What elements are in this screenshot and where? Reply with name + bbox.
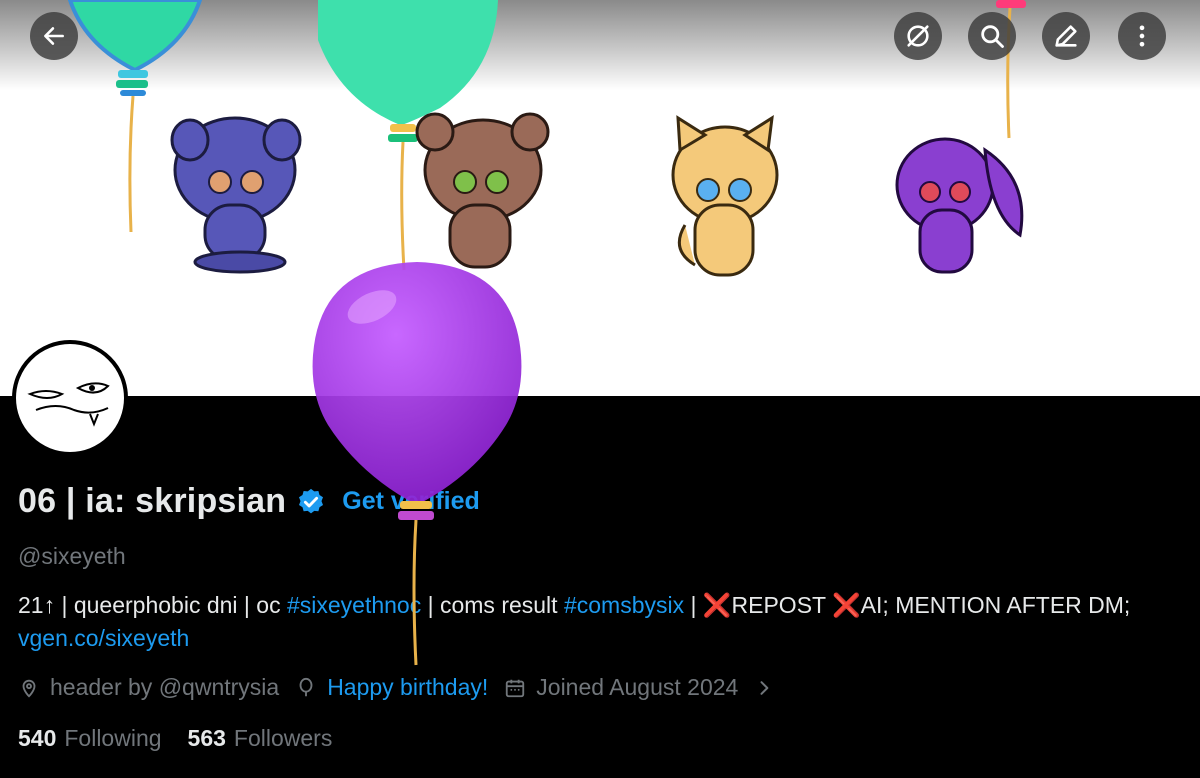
- back-button[interactable]: [30, 12, 78, 60]
- location-pin-icon: [22, 679, 36, 698]
- arrow-left-icon: [44, 27, 64, 45]
- profile-header-banner[interactable]: [0, 0, 1200, 396]
- followers-label: Followers: [233, 725, 333, 751]
- eye-slash-icon: [907, 25, 929, 47]
- bio-text: 21↑ | queerphobic dni | oc: [18, 592, 287, 618]
- avatar[interactable]: [12, 340, 128, 456]
- edit-button[interactable]: [1042, 12, 1090, 60]
- search-button[interactable]: [968, 12, 1016, 60]
- hashtag-link[interactable]: #comsbysix: [564, 592, 684, 618]
- more-vertical-icon: [1139, 25, 1145, 47]
- search-icon: [981, 25, 1004, 48]
- avatar-face-drawing: [27, 382, 110, 427]
- profile-bio: 21↑ | queerphobic dni | oc #sixeyethnoc …: [18, 589, 1178, 655]
- birthday-item: Happy birthday!: [295, 674, 488, 701]
- followers-count: 563: [187, 725, 226, 751]
- cross-mark-icon: ❌: [702, 592, 732, 618]
- more-button[interactable]: [1118, 12, 1166, 60]
- chevron-right-icon[interactable]: [754, 678, 774, 698]
- follow-stats: 540 Following 563 Followers: [18, 725, 358, 752]
- bio-text: REPOST: [731, 592, 833, 618]
- bio-text: |: [684, 592, 703, 618]
- balloon-icon: [299, 677, 313, 696]
- cross-mark-icon: ❌: [832, 592, 861, 618]
- following-count: 540: [18, 725, 57, 751]
- followers-link[interactable]: 563 Followers: [188, 725, 333, 752]
- bio-text: AI; MENTION AFTER DM;: [860, 592, 1131, 618]
- following-label: Following: [64, 725, 162, 751]
- banner-illustration: [67, 0, 1026, 277]
- pencil-icon: [1055, 25, 1077, 47]
- birthday-balloon-overlay: [312, 262, 522, 666]
- username-handle: @sixeyeth: [18, 543, 126, 569]
- birthday-link[interactable]: Happy birthday!: [327, 674, 488, 701]
- display-name: 06 | ia: skripsian: [18, 482, 287, 520]
- location-item: header by @qwntrysia: [18, 674, 279, 701]
- calendar-icon: [506, 679, 525, 697]
- joined-text: Joined August 2024: [536, 674, 739, 700]
- joined-item: Joined August 2024: [504, 674, 738, 701]
- website-link[interactable]: vgen.co/sixeyeth: [18, 625, 189, 651]
- location-text: header by @qwntrysia: [50, 674, 280, 700]
- following-link[interactable]: 540 Following: [18, 725, 162, 752]
- hide-button[interactable]: [894, 12, 942, 60]
- profile-meta-row: header by @qwntrysia Happy birthday! Joi…: [18, 674, 774, 701]
